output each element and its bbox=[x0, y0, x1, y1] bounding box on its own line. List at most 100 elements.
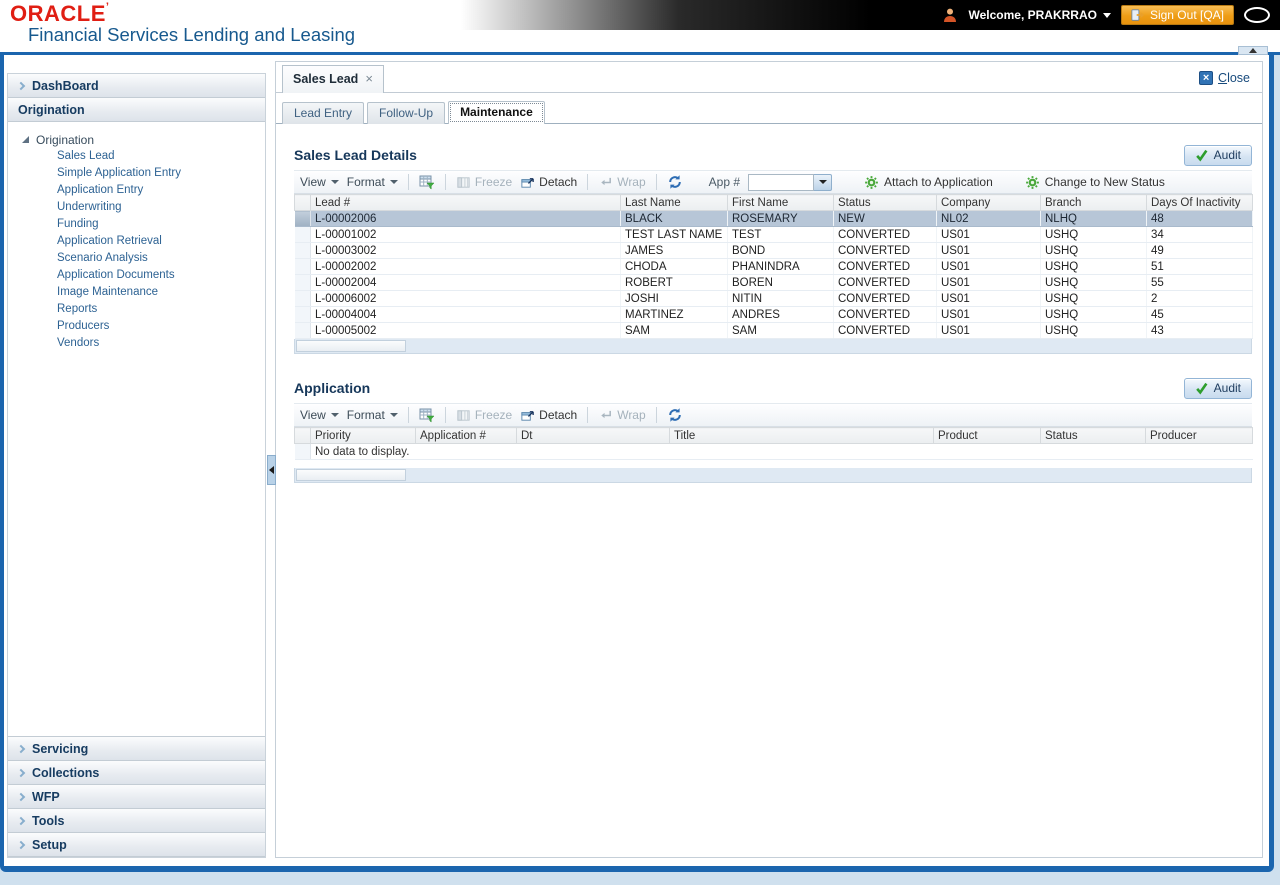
cell-status[interactable]: NEW bbox=[833, 210, 937, 227]
tab-maintenance[interactable]: Maintenance bbox=[448, 101, 545, 124]
row-selector-cell[interactable] bbox=[294, 258, 311, 275]
tree-item-scenario-analysis[interactable]: Scenario Analysis bbox=[14, 250, 259, 267]
cell-first-name[interactable]: NITIN bbox=[727, 290, 834, 307]
tab-close-icon[interactable]: × bbox=[365, 72, 373, 85]
app-number-input[interactable] bbox=[748, 173, 815, 191]
column-header-branch[interactable]: Branch bbox=[1040, 194, 1147, 211]
format-menu[interactable]: Format bbox=[347, 408, 398, 422]
cell-last-name[interactable]: MARTINEZ bbox=[620, 306, 728, 323]
cell-days-of-inactivity[interactable]: 49 bbox=[1146, 242, 1253, 259]
cell-status[interactable]: CONVERTED bbox=[833, 258, 937, 275]
cell-lead[interactable]: L-00006002 bbox=[310, 290, 621, 307]
cell-company[interactable]: NL02 bbox=[936, 210, 1041, 227]
view-menu[interactable]: View bbox=[300, 175, 339, 189]
cell-days-of-inactivity[interactable]: 48 bbox=[1146, 210, 1253, 227]
cell-last-name[interactable]: JOSHI bbox=[620, 290, 728, 307]
doc-tab-sales-lead[interactable]: Sales Lead × bbox=[282, 65, 384, 93]
cell-branch[interactable]: USHQ bbox=[1040, 258, 1147, 275]
combobox-dropdown-button[interactable] bbox=[814, 173, 833, 191]
cell-first-name[interactable]: ANDRES bbox=[727, 306, 834, 323]
column-header-status[interactable]: Status bbox=[1040, 427, 1146, 444]
sidebar-section-wfp[interactable]: WFP bbox=[8, 785, 265, 809]
tree-expanded-icon[interactable] bbox=[22, 136, 29, 143]
cell-last-name[interactable]: TEST LAST NAME bbox=[620, 226, 728, 243]
cell-lead[interactable]: L-00002006 bbox=[310, 210, 621, 227]
sidebar-section-collections[interactable]: Collections bbox=[8, 761, 265, 785]
cell-branch[interactable]: USHQ bbox=[1040, 274, 1147, 291]
cell-last-name[interactable]: ROBERT bbox=[620, 274, 728, 291]
cell-company[interactable]: US01 bbox=[936, 226, 1041, 243]
tree-root-origination[interactable]: Origination bbox=[14, 131, 259, 148]
cell-company[interactable]: US01 bbox=[936, 242, 1041, 259]
welcome-user-menu[interactable]: Welcome, PRAKRRAO bbox=[968, 8, 1111, 22]
freeze-button[interactable]: Freeze bbox=[456, 175, 512, 190]
tree-item-vendors[interactable]: Vendors bbox=[14, 335, 259, 352]
table-row[interactable]: L-00001002 TEST LAST NAME TEST CONVERTED US0… bbox=[294, 226, 1253, 243]
format-menu[interactable]: Format bbox=[347, 175, 398, 189]
row-selector-cell[interactable] bbox=[294, 226, 311, 243]
cell-branch[interactable]: NLHQ bbox=[1040, 210, 1147, 227]
refresh-icon[interactable] bbox=[667, 174, 683, 190]
cell-first-name[interactable]: BOND bbox=[727, 242, 834, 259]
cell-company[interactable]: US01 bbox=[936, 258, 1041, 275]
row-selector-header[interactable] bbox=[294, 427, 311, 444]
cell-status[interactable]: CONVERTED bbox=[833, 242, 937, 259]
cell-status[interactable]: CONVERTED bbox=[833, 274, 937, 291]
cell-company[interactable]: US01 bbox=[936, 290, 1041, 307]
change-to-new-status-button[interactable]: Change to New Status bbox=[1025, 175, 1165, 190]
tab-lead-entry[interactable]: Lead Entry bbox=[282, 102, 365, 124]
cell-last-name[interactable]: SAM bbox=[620, 322, 728, 339]
tree-item-application-entry[interactable]: Application Entry bbox=[14, 182, 259, 199]
column-header-lead[interactable]: Lead # bbox=[310, 194, 621, 211]
table-row[interactable]: L-00006002 JOSHI NITIN CONVERTED US01 USHQ 2 bbox=[294, 290, 1253, 307]
tree-item-underwriting[interactable]: Underwriting bbox=[14, 199, 259, 216]
table-row[interactable]: L-00003002 JAMES BOND CONVERTED US01 USHQ 49 bbox=[294, 242, 1253, 259]
export-to-excel-icon[interactable] bbox=[419, 174, 435, 190]
cell-first-name[interactable]: BOREN bbox=[727, 274, 834, 291]
cell-status[interactable]: CONVERTED bbox=[833, 306, 937, 323]
scrollbar-thumb[interactable] bbox=[296, 340, 406, 352]
row-selector-cell[interactable] bbox=[294, 290, 311, 307]
column-header-product[interactable]: Product bbox=[933, 427, 1041, 444]
sales-audit-button[interactable]: Audit bbox=[1183, 144, 1252, 166]
column-header-status[interactable]: Status bbox=[833, 194, 937, 211]
column-header-title[interactable]: Title bbox=[669, 427, 934, 444]
cell-company[interactable]: US01 bbox=[936, 306, 1041, 323]
detach-button[interactable]: Detach bbox=[520, 408, 577, 423]
export-to-excel-icon[interactable] bbox=[419, 407, 435, 423]
view-menu[interactable]: View bbox=[300, 408, 339, 422]
table-row[interactable]: L-00002004 ROBERT BOREN CONVERTED US01 USHQ 55 bbox=[294, 274, 1253, 291]
cell-last-name[interactable]: CHODA bbox=[620, 258, 728, 275]
column-header-dt[interactable]: Dt bbox=[516, 427, 670, 444]
oval-indicator-icon[interactable] bbox=[1244, 7, 1270, 23]
sidebar-section-dashboard[interactable]: DashBoard bbox=[8, 74, 265, 98]
cell-lead[interactable]: L-00003002 bbox=[310, 242, 621, 259]
tree-item-funding[interactable]: Funding bbox=[14, 216, 259, 233]
cell-branch[interactable]: USHQ bbox=[1040, 322, 1147, 339]
cell-status[interactable]: CONVERTED bbox=[833, 290, 937, 307]
sales-table-hscrollbar[interactable] bbox=[294, 339, 1252, 354]
tree-item-sales-lead[interactable]: Sales Lead bbox=[14, 148, 259, 165]
cell-last-name[interactable]: JAMES bbox=[620, 242, 728, 259]
tab-follow-up[interactable]: Follow-Up bbox=[367, 102, 446, 124]
cell-days-of-inactivity[interactable]: 45 bbox=[1146, 306, 1253, 323]
sidebar-section-servicing[interactable]: Servicing bbox=[8, 737, 265, 761]
cell-days-of-inactivity[interactable]: 2 bbox=[1146, 290, 1253, 307]
cell-first-name[interactable]: PHANINDRA bbox=[727, 258, 834, 275]
cell-lead[interactable]: L-00005002 bbox=[310, 322, 621, 339]
row-selector-cell[interactable] bbox=[294, 274, 311, 291]
row-selector-cell[interactable] bbox=[294, 242, 311, 259]
tree-item-producers[interactable]: Producers bbox=[14, 318, 259, 335]
wrap-button[interactable]: Wrap bbox=[598, 175, 646, 190]
application-audit-button[interactable]: Audit bbox=[1183, 377, 1252, 399]
sidebar-section-setup[interactable]: Setup bbox=[8, 833, 265, 857]
table-row[interactable]: L-00002002 CHODA PHANINDRA CONVERTED US01 USH… bbox=[294, 258, 1253, 275]
cell-lead[interactable]: L-00002002 bbox=[310, 258, 621, 275]
row-selector-cell[interactable] bbox=[294, 306, 311, 323]
collapse-header-button[interactable] bbox=[1238, 46, 1268, 55]
cell-branch[interactable]: USHQ bbox=[1040, 290, 1147, 307]
table-row[interactable]: L-00005002 SAM SAM CONVERTED US01 USHQ 43 bbox=[294, 322, 1253, 339]
table-row[interactable]: L-00004004 MARTINEZ ANDRES CONVERTED US01 USH… bbox=[294, 306, 1253, 323]
tree-item-application-documents[interactable]: Application Documents bbox=[14, 267, 259, 284]
cell-lead[interactable]: L-00001002 bbox=[310, 226, 621, 243]
